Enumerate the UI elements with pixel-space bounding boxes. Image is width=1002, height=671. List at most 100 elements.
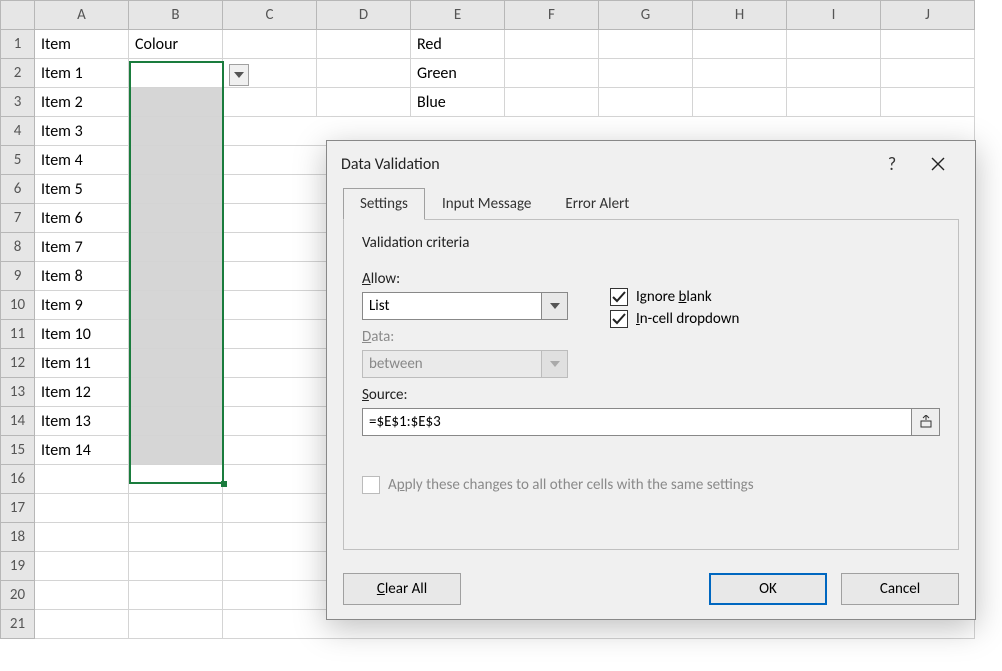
cell-A8[interactable]: Item 7 [35, 233, 129, 262]
row-header-8[interactable]: 8 [1, 233, 35, 262]
tab-error-alert[interactable]: Error Alert [548, 188, 646, 220]
cell-B6[interactable] [129, 175, 223, 204]
cell-A6[interactable]: Item 5 [35, 175, 129, 204]
tab-input-message[interactable]: Input Message [425, 188, 548, 220]
row-header-14[interactable]: 14 [1, 407, 35, 436]
cell-E1[interactable]: Red [411, 30, 505, 59]
cell-F2[interactable] [505, 59, 599, 88]
row-header-18[interactable]: 18 [1, 523, 35, 552]
cell-I2[interactable] [787, 59, 881, 88]
allow-value[interactable] [362, 292, 542, 320]
cell-B1[interactable]: Colour [129, 30, 223, 59]
cancel-button[interactable]: Cancel [841, 573, 959, 605]
cell-F3[interactable] [505, 88, 599, 117]
cell-I1[interactable] [787, 30, 881, 59]
cell-H2[interactable] [693, 59, 787, 88]
cell-F1[interactable] [505, 30, 599, 59]
incell-dropdown-checkbox[interactable]: In-cell dropdown [610, 310, 739, 328]
cell-E3[interactable]: Blue [411, 88, 505, 117]
cell-C1[interactable] [223, 30, 317, 59]
cell-D2[interactable] [317, 59, 411, 88]
cell-A9[interactable]: Item 8 [35, 262, 129, 291]
col-header-F[interactable]: F [505, 1, 599, 30]
cell-dropdown-button[interactable] [229, 64, 249, 86]
ignore-blank-checkbox[interactable]: Ignore blank [610, 288, 739, 306]
row-header-5[interactable]: 5 [1, 146, 35, 175]
row-header-4[interactable]: 4 [1, 117, 35, 146]
cell-B5[interactable] [129, 146, 223, 175]
clear-all-button[interactable]: Clear All [343, 573, 461, 605]
col-header-G[interactable]: G [599, 1, 693, 30]
cell-D1[interactable] [317, 30, 411, 59]
col-header-E[interactable]: E [411, 1, 505, 30]
tab-settings[interactable]: Settings [343, 188, 425, 220]
cell-J1[interactable] [881, 30, 975, 59]
cell-D3[interactable] [317, 88, 411, 117]
col-header-D[interactable]: D [317, 1, 411, 30]
row-header-2[interactable]: 2 [1, 59, 35, 88]
cell-A5[interactable]: Item 4 [35, 146, 129, 175]
row-header-12[interactable]: 12 [1, 349, 35, 378]
allow-dropdown-button[interactable] [542, 292, 568, 320]
row-header-19[interactable]: 19 [1, 552, 35, 581]
row-header-6[interactable]: 6 [1, 175, 35, 204]
cell-C3[interactable] [223, 88, 317, 117]
cell-B7[interactable] [129, 204, 223, 233]
col-header-H[interactable]: H [693, 1, 787, 30]
cell-A14[interactable]: Item 13 [35, 407, 129, 436]
cell-A4[interactable]: Item 3 [35, 117, 129, 146]
row-header-3[interactable]: 3 [1, 88, 35, 117]
cell-G2[interactable] [599, 59, 693, 88]
row-header-11[interactable]: 11 [1, 320, 35, 349]
range-picker-button[interactable] [912, 408, 940, 436]
cell-J2[interactable] [881, 59, 975, 88]
cell-I3[interactable] [787, 88, 881, 117]
cell-E2[interactable]: Green [411, 59, 505, 88]
cell-G1[interactable] [599, 30, 693, 59]
cell-G3[interactable] [599, 88, 693, 117]
row-header-17[interactable]: 17 [1, 494, 35, 523]
col-header-I[interactable]: I [787, 1, 881, 30]
cell-B9[interactable] [129, 262, 223, 291]
row-header-16[interactable]: 16 [1, 465, 35, 494]
cell-H3[interactable] [693, 88, 787, 117]
cell-A7[interactable]: Item 6 [35, 204, 129, 233]
row-header-20[interactable]: 20 [1, 581, 35, 610]
cell-B12[interactable] [129, 349, 223, 378]
row-header-10[interactable]: 10 [1, 291, 35, 320]
cell-A3[interactable]: Item 2 [35, 88, 129, 117]
cell-B2[interactable] [129, 59, 223, 88]
cell-B8[interactable] [129, 233, 223, 262]
cell-A10[interactable]: Item 9 [35, 291, 129, 320]
col-header-J[interactable]: J [881, 1, 975, 30]
row-header-1[interactable]: 1 [1, 30, 35, 59]
cell-B15[interactable] [129, 436, 223, 465]
cell-H1[interactable] [693, 30, 787, 59]
col-header-A[interactable]: A [35, 1, 129, 30]
cell-A11[interactable]: Item 10 [35, 320, 129, 349]
cell-B13[interactable] [129, 378, 223, 407]
cell-A15[interactable]: Item 14 [35, 436, 129, 465]
col-header-C[interactable]: C [223, 1, 317, 30]
cell-A1[interactable]: Item [35, 30, 129, 59]
cell-J3[interactable] [881, 88, 975, 117]
cell-B14[interactable] [129, 407, 223, 436]
select-all-corner[interactable] [1, 1, 35, 30]
row-header-21[interactable]: 21 [1, 610, 35, 639]
cell-A13[interactable]: Item 12 [35, 378, 129, 407]
cell-A2[interactable]: Item 1 [35, 59, 129, 88]
help-button[interactable] [869, 141, 915, 187]
close-button[interactable] [915, 141, 961, 187]
fill-handle[interactable] [221, 481, 227, 487]
row-header-15[interactable]: 15 [1, 436, 35, 465]
source-input[interactable] [362, 408, 912, 436]
cell-B11[interactable] [129, 320, 223, 349]
col-header-B[interactable]: B [129, 1, 223, 30]
row-header-7[interactable]: 7 [1, 204, 35, 233]
ok-button[interactable]: OK [709, 573, 827, 605]
cell-A12[interactable]: Item 11 [35, 349, 129, 378]
row-header-9[interactable]: 9 [1, 262, 35, 291]
allow-combo[interactable] [362, 292, 582, 320]
cell-B3[interactable] [129, 88, 223, 117]
row-header-13[interactable]: 13 [1, 378, 35, 407]
